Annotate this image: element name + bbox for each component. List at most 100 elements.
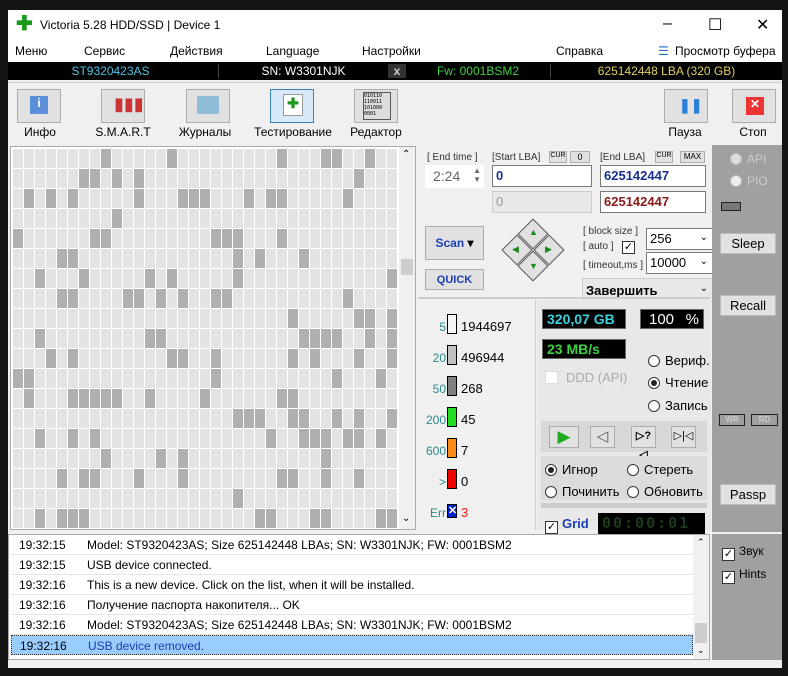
legend-count: 268 [461,381,483,396]
log-row[interactable]: 19:32:15 USB device connected. [11,555,693,575]
reverse-button[interactable]: ◁ [590,426,615,448]
quick-button[interactable]: QUICK [425,269,484,290]
menu-item-settings[interactable]: Настройки [362,44,421,58]
close-button[interactable]: ✕ [756,15,769,35]
menu-item-menu[interactable]: Меню [15,44,47,58]
scroll-down-icon[interactable]: ⌄ [402,513,410,524]
grid-scrollbar[interactable]: ⌃ ⌄ [399,147,415,529]
buffer-view-button[interactable]: Просмотр буфера [675,44,776,58]
log-row[interactable]: 19:32:16 USB device removed. [11,635,693,655]
testing-button[interactable]: ✚ [270,89,314,123]
pio-radio[interactable]: PIO [730,174,768,188]
read-radio[interactable]: Чтение [648,375,708,390]
grid-block [79,369,89,388]
end-cur-button[interactable]: CUR [655,151,673,163]
info-icon: i [30,96,48,114]
timeout-select[interactable]: 10000 ⌄ [646,252,713,274]
stop-button[interactable]: ✕ [732,89,776,123]
grid-block [123,269,133,288]
grid-block [35,489,45,508]
menu-item-help[interactable]: Справка [556,44,603,58]
grid-block [123,449,133,468]
recall-button[interactable]: Recall [720,295,776,316]
end-lba-input[interactable]: 625142447 [600,165,706,187]
grid-block [332,349,342,368]
grid-block [266,409,276,428]
grid-block [145,209,155,228]
sound-checkbox[interactable]: ✓ Звук [722,544,764,561]
jump-end-button[interactable]: ▷|◁ [671,426,696,448]
repair-radio[interactable]: Починить [545,484,620,499]
start-zero-button[interactable]: 0 [570,151,590,163]
log-row[interactable]: 19:32:15 Model: ST9320423AS; Size 6251424… [11,535,693,555]
spinner-icon[interactable]: ▲ ▼ [473,166,481,184]
refresh-radio[interactable]: Обновить [627,484,703,499]
ignore-radio[interactable]: Игнор [545,462,598,477]
sleep-button[interactable]: Sleep [720,233,776,254]
scroll-thumb[interactable] [695,623,707,643]
editor-button[interactable]: 010110 110011 101000 0001 [354,89,398,123]
start-cur-button[interactable]: CUR [549,151,567,163]
grid-block [156,449,166,468]
grid-block [354,249,364,268]
grid-block [255,469,265,488]
close-device-button[interactable]: x [388,64,406,78]
end-time-input[interactable]: 2:24 ▲ ▼ [425,165,484,188]
block-size-select[interactable]: 256 ⌄ [646,228,713,250]
grid-block [112,369,122,388]
log-row[interactable]: 19:32:16 Получение паспорта накопителя...… [11,595,693,615]
menu-item-actions[interactable]: Действия [170,44,223,58]
legend-threshold: 600 [425,444,446,458]
grid-block [134,449,144,468]
scroll-up-icon[interactable]: ⌃ [402,149,410,160]
erase-radio[interactable]: Стереть [627,462,693,477]
logs-button[interactable] [186,89,230,123]
grid-block [123,469,133,488]
progress-percent-display: 100% [640,309,704,329]
menu-item-language[interactable]: Language [266,44,319,58]
scroll-up-icon[interactable]: ⌃ [697,537,705,548]
wr-indicator: WR [719,414,745,426]
grid-block [222,249,232,268]
passport-button[interactable]: Passp [720,484,776,505]
play-button[interactable]: ▶ [549,426,579,448]
scroll-thumb[interactable] [401,259,413,275]
smart-button[interactable]: ▮▮▮ [101,89,145,123]
end-max-button[interactable]: MAX [680,151,705,163]
grid-checkbox[interactable]: ✓ Grid [545,516,589,534]
jump-unknown-button[interactable]: ▷?◁ [631,426,656,461]
grid-block [233,489,243,508]
auto-checkbox[interactable]: ✓ [622,241,635,254]
log-scrollbar[interactable]: ⌃ ⌄ [693,535,709,659]
verify-radio[interactable]: Вериф. [648,353,710,368]
grid-block [79,389,89,408]
info-button[interactable]: i [17,89,61,123]
write-radio[interactable]: Запись [648,398,708,413]
grid-block [123,329,133,348]
log-row[interactable]: 19:32:16 Model: ST9320423AS; Size 6251424… [11,615,693,635]
grid-block [365,369,375,388]
grid-block [255,349,265,368]
scroll-down-icon[interactable]: ⌄ [697,645,705,656]
grid-block [365,429,375,448]
pause-button[interactable]: ❚❚ [664,89,708,123]
grid-block [24,149,34,168]
grid-block [244,249,254,268]
grid-block [189,169,199,188]
start-lba-input[interactable]: 0 [492,165,592,187]
grid-block [255,249,265,268]
grid-block [310,429,320,448]
ddd-api-checkbox[interactable]: DDD (API) [545,370,627,385]
scan-button[interactable]: Scan ▾ [425,226,484,260]
api-radio[interactable]: API [730,152,766,166]
grid-block [167,289,177,308]
log-row[interactable]: 19:32:16 This is a new device. Click on t… [11,575,693,595]
hints-checkbox[interactable]: ✓ Hints [722,567,766,584]
timeout-value: 10000 [650,255,687,270]
maximize-button[interactable]: ☐ [708,15,722,35]
scanned-size-display: 320,07 GB [542,309,626,329]
grid-block [57,489,67,508]
grid-block [178,269,188,288]
menu-item-service[interactable]: Сервис [84,44,125,58]
minimize-button[interactable]: – [663,15,672,33]
